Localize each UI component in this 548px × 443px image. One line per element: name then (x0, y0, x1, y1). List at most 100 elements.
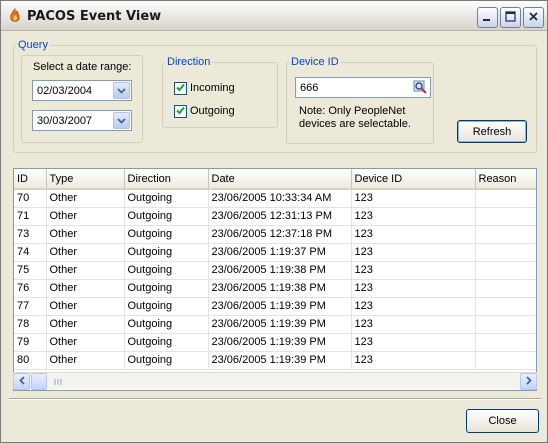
cell-direction: Outgoing (124, 189, 209, 208)
footer-divider (9, 398, 541, 400)
cell-reason (475, 297, 536, 316)
close-button-label: Close (488, 415, 517, 427)
cell-id: 70 (14, 189, 47, 208)
cell-id: 73 (14, 225, 47, 244)
cell-date: 23/06/2005 10:33:34 AM (208, 189, 352, 208)
horizontal-scrollbar[interactable] (13, 372, 537, 390)
cell-device-id: 123 (351, 243, 476, 262)
cell-id: 76 (14, 279, 47, 298)
column-header-date[interactable]: Date (208, 169, 352, 190)
cell-type: Other (46, 315, 125, 334)
cell-reason (475, 225, 536, 244)
query-legend: Query (18, 39, 48, 51)
magnifier-icon[interactable] (413, 80, 428, 95)
column-header-direction[interactable]: Direction (124, 169, 209, 190)
table-row[interactable]: 73 Other Outgoing 23/06/2005 12:37:18 PM 123 (14, 225, 536, 244)
table-row[interactable]: 71 Other Outgoing 23/06/2005 12:31:13 PM 123 (14, 207, 536, 226)
cell-date: 23/06/2005 1:19:38 PM (208, 279, 352, 298)
minimize-button[interactable] (477, 7, 498, 28)
to-date-combo[interactable]: 30/03/2007 (32, 110, 132, 131)
chevron-left-icon (18, 375, 25, 388)
cell-date: 23/06/2005 1:19:39 PM (208, 297, 352, 316)
scroll-right-button[interactable] (520, 373, 537, 390)
cell-date: 23/06/2005 1:19:39 PM (208, 333, 352, 352)
device-note-line1: Note: Only PeopleNet (299, 105, 406, 117)
checkmark-icon (176, 106, 185, 118)
table-row[interactable]: 79 Other Outgoing 23/06/2005 1:19:39 PM 123 (14, 333, 536, 352)
date-range-label: Select a date range: (33, 61, 132, 73)
cell-direction: Outgoing (124, 279, 209, 298)
table-row[interactable]: 80 Other Outgoing 23/06/2005 1:19:39 PM 123 (14, 351, 536, 370)
cell-direction: Outgoing (124, 333, 209, 352)
table-row[interactable]: 78 Other Outgoing 23/06/2005 1:19:39 PM 123 (14, 315, 536, 334)
cell-type: Other (46, 243, 125, 262)
cell-type: Other (46, 189, 125, 208)
events-table: ID Type Direction Date Device ID Reason … (14, 169, 536, 370)
direction-legend: Direction (167, 56, 211, 68)
chevron-down-icon (117, 85, 126, 97)
column-header-device-id[interactable]: Device ID (351, 169, 476, 190)
flame-icon (7, 7, 23, 24)
cell-direction: Outgoing (124, 297, 209, 316)
refresh-button-label: Refresh (472, 125, 512, 138)
cell-type: Other (46, 351, 125, 370)
cell-type: Other (46, 297, 125, 316)
column-header-id[interactable]: ID (14, 169, 47, 190)
table-row[interactable]: 74 Other Outgoing 23/06/2005 1:19:37 PM 123 (14, 243, 536, 262)
incoming-label[interactable]: Incoming (190, 82, 235, 94)
table-row[interactable]: 76 Other Outgoing 23/06/2005 1:19:38 PM 123 (14, 279, 536, 298)
cell-direction: Outgoing (124, 207, 209, 226)
scroll-thumb[interactable] (31, 373, 62, 390)
title-bar[interactable]: PACOS Event View (1, 1, 547, 31)
scroll-left-button[interactable] (13, 373, 30, 390)
from-date-combo[interactable]: 02/03/2004 (32, 80, 132, 101)
device-id-input[interactable]: 666 (295, 77, 431, 98)
cell-id: 77 (14, 297, 47, 316)
from-date-dropdown-button[interactable] (113, 82, 130, 99)
cell-date: 23/06/2005 1:19:39 PM (208, 315, 352, 334)
cell-device-id: 123 (351, 297, 476, 316)
cell-reason (475, 351, 536, 370)
refresh-button[interactable]: Refresh (457, 120, 527, 143)
cell-id: 80 (14, 351, 47, 370)
cell-id: 71 (14, 207, 47, 226)
table-row[interactable]: 77 Other Outgoing 23/06/2005 1:19:39 PM 123 (14, 297, 536, 316)
cell-type: Other (46, 207, 125, 226)
outgoing-label[interactable]: Outgoing (190, 105, 235, 117)
column-header-type[interactable]: Type (46, 169, 125, 190)
cell-device-id: 123 (351, 207, 476, 226)
cell-date: 23/06/2005 12:31:13 PM (208, 207, 352, 226)
from-date-value: 02/03/2004 (37, 85, 93, 97)
close-button[interactable]: Close (466, 409, 539, 433)
cell-reason (475, 333, 536, 352)
table-row[interactable]: 75 Other Outgoing 23/06/2005 1:19:38 PM 123 (14, 261, 536, 280)
device-id-value: 666 (300, 82, 319, 94)
table-row[interactable]: 70 Other Outgoing 23/06/2005 10:33:34 AM 123 (14, 189, 536, 208)
cell-direction: Outgoing (124, 225, 209, 244)
maximize-button[interactable] (500, 7, 521, 28)
device-id-legend: Device ID (291, 56, 339, 68)
cell-id: 79 (14, 333, 47, 352)
cell-reason (475, 261, 536, 280)
cell-date: 23/06/2005 1:19:39 PM (208, 351, 352, 370)
close-icon (528, 11, 539, 25)
cell-reason (475, 189, 536, 208)
to-date-dropdown-button[interactable] (113, 112, 130, 129)
cell-id: 75 (14, 261, 47, 280)
outgoing-checkbox[interactable] (174, 105, 187, 118)
chevron-down-icon (117, 115, 126, 127)
cell-device-id: 123 (351, 351, 476, 370)
close-window-button[interactable] (523, 7, 544, 28)
column-header-reason[interactable]: Reason (475, 169, 536, 190)
cell-date: 23/06/2005 1:19:38 PM (208, 261, 352, 280)
cell-date: 23/06/2005 12:37:18 PM (208, 225, 352, 244)
cell-id: 78 (14, 315, 47, 334)
maximize-icon (505, 10, 516, 25)
cell-reason (475, 279, 536, 298)
cell-type: Other (46, 333, 125, 352)
cell-type: Other (46, 261, 125, 280)
cell-reason (475, 243, 536, 262)
events-grid[interactable]: ID Type Direction Date Device ID Reason … (13, 168, 537, 391)
checkmark-icon (176, 83, 185, 95)
incoming-checkbox[interactable] (174, 82, 187, 95)
